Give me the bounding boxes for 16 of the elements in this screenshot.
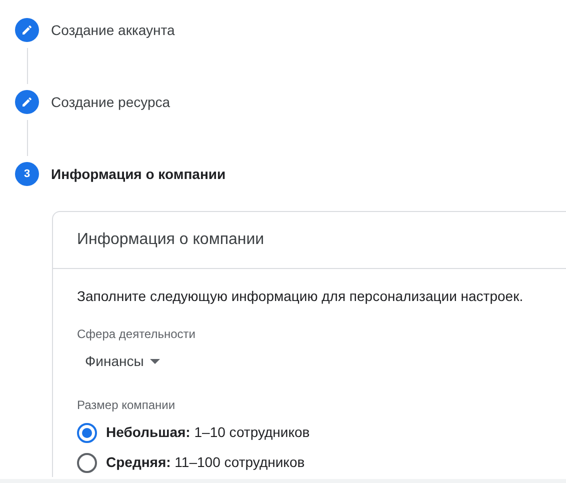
- field-label: Сфера деятельности: [77, 326, 196, 343]
- industry-dropdown[interactable]: Финансы: [85, 351, 160, 372]
- edit-step-icon: [15, 90, 39, 114]
- step-label: Создание аккаунта: [51, 20, 175, 40]
- field-label: Размер компании: [77, 397, 176, 414]
- radio-button[interactable]: [77, 452, 97, 472]
- radio-button[interactable]: [77, 422, 97, 442]
- edit-step-icon: [15, 18, 39, 42]
- radio-label: Средняя: 11–100 сотрудников: [106, 453, 305, 472]
- card-title: Информация о компании: [77, 230, 264, 250]
- intro-text: Заполните следующую информацию для персонализации настроек.: [77, 287, 524, 306]
- step-label: Информация о компании: [51, 164, 226, 184]
- step-number: 3: [15, 162, 39, 186]
- step-label: Создание ресурса: [51, 92, 170, 112]
- radio-label: Небольшая: 1–10 сотрудников: [106, 423, 310, 442]
- caret-icon: [150, 359, 160, 364]
